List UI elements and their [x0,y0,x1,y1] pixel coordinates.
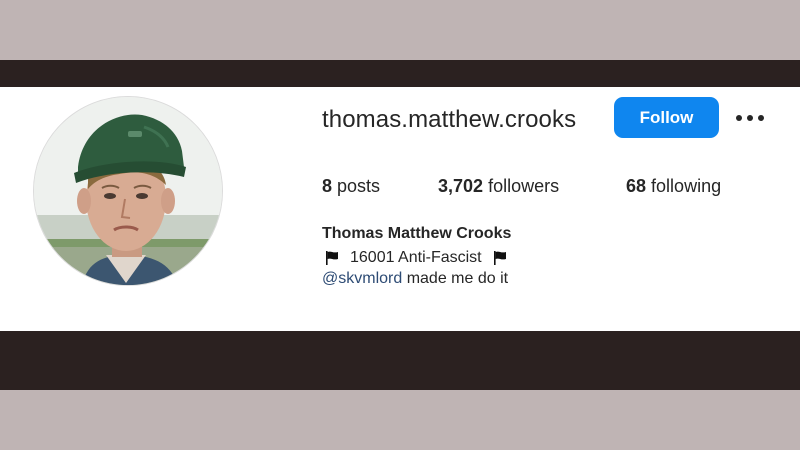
followers-count[interactable]: 3,702 followers [438,176,559,197]
following-count[interactable]: 68 following [626,176,721,197]
profile-full-name: Thomas Matthew Crooks [322,225,512,242]
followers-count-value: 3,702 [438,176,484,196]
posts-count: 8 posts [322,176,380,197]
posts-count-value: 8 [322,176,333,196]
bottom-dark-band [0,331,800,390]
more-options-icon[interactable] [734,108,766,126]
follow-button[interactable]: Follow [614,97,719,138]
bio-text: 16001 Anti-Fascist [350,249,482,266]
followers-count-label: followers [488,176,560,196]
avatar-photo [34,97,222,285]
bio-mention-link[interactable]: @skvmlord [322,270,402,287]
following-count-value: 68 [626,176,647,196]
black-flag-icon [492,250,508,266]
bio-line-2-text: made me do it [406,270,509,287]
black-flag-icon [324,250,340,266]
bio-line-1: 16001 Anti-Fascist [322,248,514,268]
profile-header-panel: thomas.matthew.crooks Follow 8 posts 3,7… [0,87,800,331]
following-count-label: following [651,176,722,196]
profile-avatar[interactable] [33,96,223,286]
top-dark-band [0,60,800,87]
bio-line-2: @skvmlord made me do it [322,270,508,288]
posts-count-label: posts [337,176,381,196]
profile-username: thomas.matthew.crooks [322,106,577,133]
